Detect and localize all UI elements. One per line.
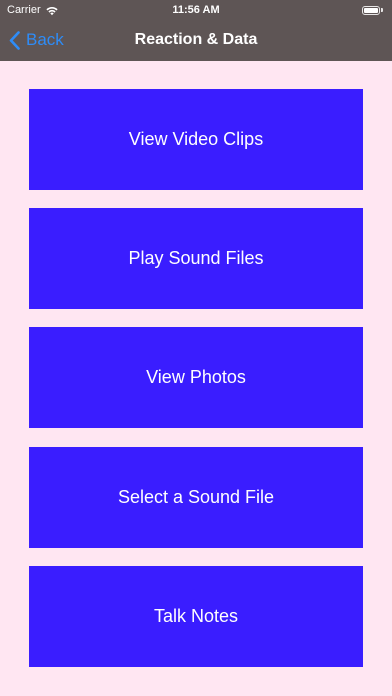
page-title: Reaction & Data xyxy=(134,31,258,48)
status-bar: Carrier 11:56 AM xyxy=(0,0,392,20)
battery-icon xyxy=(362,5,384,15)
play-sound-files-button[interactable]: Play Sound Files xyxy=(29,208,363,309)
view-video-clips-button[interactable]: View Video Clips xyxy=(29,89,363,190)
view-photos-button[interactable]: View Photos xyxy=(29,327,363,428)
navigation-bar: Back Reaction & Data xyxy=(0,20,392,61)
header: Carrier 11:56 AM Back Reaction & Data xyxy=(0,0,392,61)
select-sound-file-button[interactable]: Select a Sound File xyxy=(29,447,363,548)
talk-notes-button[interactable]: Talk Notes xyxy=(29,566,363,667)
status-time: 11:56 AM xyxy=(172,4,220,16)
